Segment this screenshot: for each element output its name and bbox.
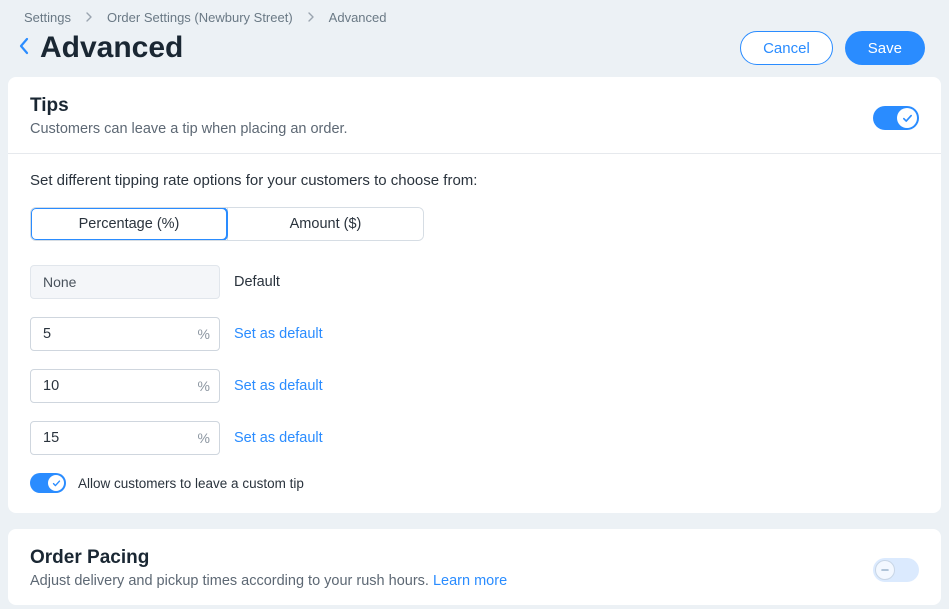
pacing-toggle[interactable] bbox=[873, 558, 919, 582]
set-default-link[interactable]: Set as default bbox=[234, 378, 323, 394]
check-icon bbox=[897, 108, 917, 128]
tip-row: % Set as default bbox=[30, 317, 919, 351]
allow-custom-label: Allow customers to leave a custom tip bbox=[78, 476, 304, 491]
tab-percentage[interactable]: Percentage (%) bbox=[31, 208, 227, 240]
page-header: Advanced Cancel Save bbox=[0, 31, 949, 77]
allow-custom-toggle[interactable] bbox=[30, 473, 66, 493]
tip-row: % Set as default bbox=[30, 421, 919, 455]
breadcrumb: Settings Order Settings (Newbury Street)… bbox=[0, 0, 949, 31]
pacing-card-header: Order Pacing Adjust delivery and pickup … bbox=[8, 529, 941, 605]
tab-amount[interactable]: Amount ($) bbox=[227, 208, 423, 240]
tips-toggle[interactable] bbox=[873, 106, 919, 130]
set-default-link[interactable]: Set as default bbox=[234, 326, 323, 342]
allow-custom-row: Allow customers to leave a custom tip bbox=[30, 473, 919, 493]
breadcrumb-order-settings[interactable]: Order Settings (Newbury Street) bbox=[107, 10, 293, 25]
pacing-subtitle-text: Adjust delivery and pickup times accordi… bbox=[30, 573, 433, 589]
tip-option-input-2[interactable] bbox=[30, 369, 220, 403]
breadcrumb-settings[interactable]: Settings bbox=[24, 10, 71, 25]
tip-option-input-3[interactable] bbox=[30, 421, 220, 455]
save-button[interactable]: Save bbox=[845, 31, 925, 65]
tips-prompt: Set different tipping rate options for y… bbox=[30, 172, 919, 189]
set-default-link[interactable]: Set as default bbox=[234, 430, 323, 446]
cancel-button[interactable]: Cancel bbox=[740, 31, 833, 65]
page-title: Advanced bbox=[40, 31, 183, 65]
learn-more-link[interactable]: Learn more bbox=[433, 573, 507, 589]
pacing-card: Order Pacing Adjust delivery and pickup … bbox=[8, 529, 941, 605]
tips-subtitle: Customers can leave a tip when placing a… bbox=[30, 121, 873, 137]
tips-card-body: Set different tipping rate options for y… bbox=[8, 154, 941, 513]
tip-row-none: None Default bbox=[30, 265, 919, 299]
tip-default-label: Default bbox=[234, 274, 280, 290]
tips-card-header: Tips Customers can leave a tip when plac… bbox=[8, 77, 941, 154]
chevron-right-icon bbox=[85, 10, 93, 25]
tips-card: Tips Customers can leave a tip when plac… bbox=[8, 77, 941, 513]
tip-none-box: None bbox=[30, 265, 220, 299]
tip-option-input-1[interactable] bbox=[30, 317, 220, 351]
breadcrumb-advanced[interactable]: Advanced bbox=[329, 10, 387, 25]
pacing-subtitle: Adjust delivery and pickup times accordi… bbox=[30, 573, 873, 589]
tip-row: % Set as default bbox=[30, 369, 919, 403]
tip-type-segmented: Percentage (%) Amount ($) bbox=[30, 207, 424, 241]
minus-icon bbox=[875, 560, 895, 580]
pacing-title: Order Pacing bbox=[30, 547, 873, 569]
chevron-right-icon bbox=[307, 10, 315, 25]
check-icon bbox=[48, 475, 64, 491]
tips-title: Tips bbox=[30, 95, 873, 117]
back-button[interactable] bbox=[10, 33, 38, 63]
